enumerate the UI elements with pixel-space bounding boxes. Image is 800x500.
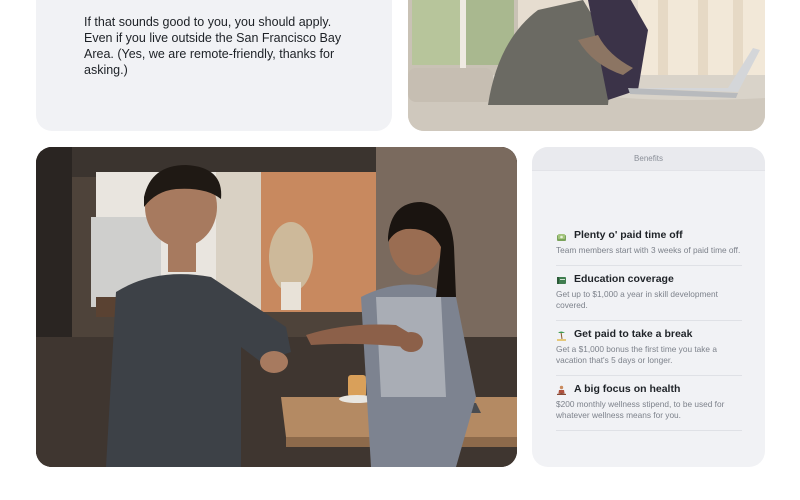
benefits-heading: Benefits (634, 154, 663, 163)
meditation-icon (556, 383, 567, 395)
photo-laptop-on-bed (408, 0, 765, 131)
benefit-title: A big focus on health (574, 382, 681, 395)
benefit-description: Get up to $1,000 a year in skill develop… (556, 288, 718, 311)
photo-cafe-illustration (36, 147, 517, 467)
benefit-item-education: Education coverage Get up to $1,000 a ye… (556, 273, 742, 321)
benefits-list: Plenty o' paid time off Team members sta… (556, 229, 742, 438)
benefit-description: Team members start with 3 weeks of paid … (556, 245, 741, 255)
benefits-panel: Benefits Plenty o' paid time off Team me… (532, 147, 765, 467)
benefit-item-health: A big focus on health $200 monthly welln… (556, 383, 742, 431)
intro-paragraph: If that sounds good to you, you should a… (84, 15, 342, 77)
benefit-title: Plenty o' paid time off (574, 229, 683, 241)
benefit-title: Get paid to take a break (574, 327, 693, 340)
benefit-description: $200 monthly wellness stipend, to be use… (556, 398, 725, 421)
benefits-header: Benefits (532, 147, 765, 171)
benefit-item-paid-break: Get paid to take a break Get a $1,000 bo… (556, 328, 742, 376)
intro-card: If that sounds good to you, you should a… (36, 0, 392, 131)
photo-laptop-illustration (408, 0, 765, 131)
money-icon (556, 230, 567, 241)
beach-icon (556, 328, 567, 341)
benefit-title: Education coverage (574, 272, 674, 285)
benefit-description: Get a $1,000 bonus the first time you ta… (556, 343, 717, 366)
photo-cafe-team (36, 147, 517, 467)
benefit-item-paid-time-off: Plenty o' paid time off Team members sta… (556, 229, 742, 266)
book-icon (556, 273, 567, 284)
